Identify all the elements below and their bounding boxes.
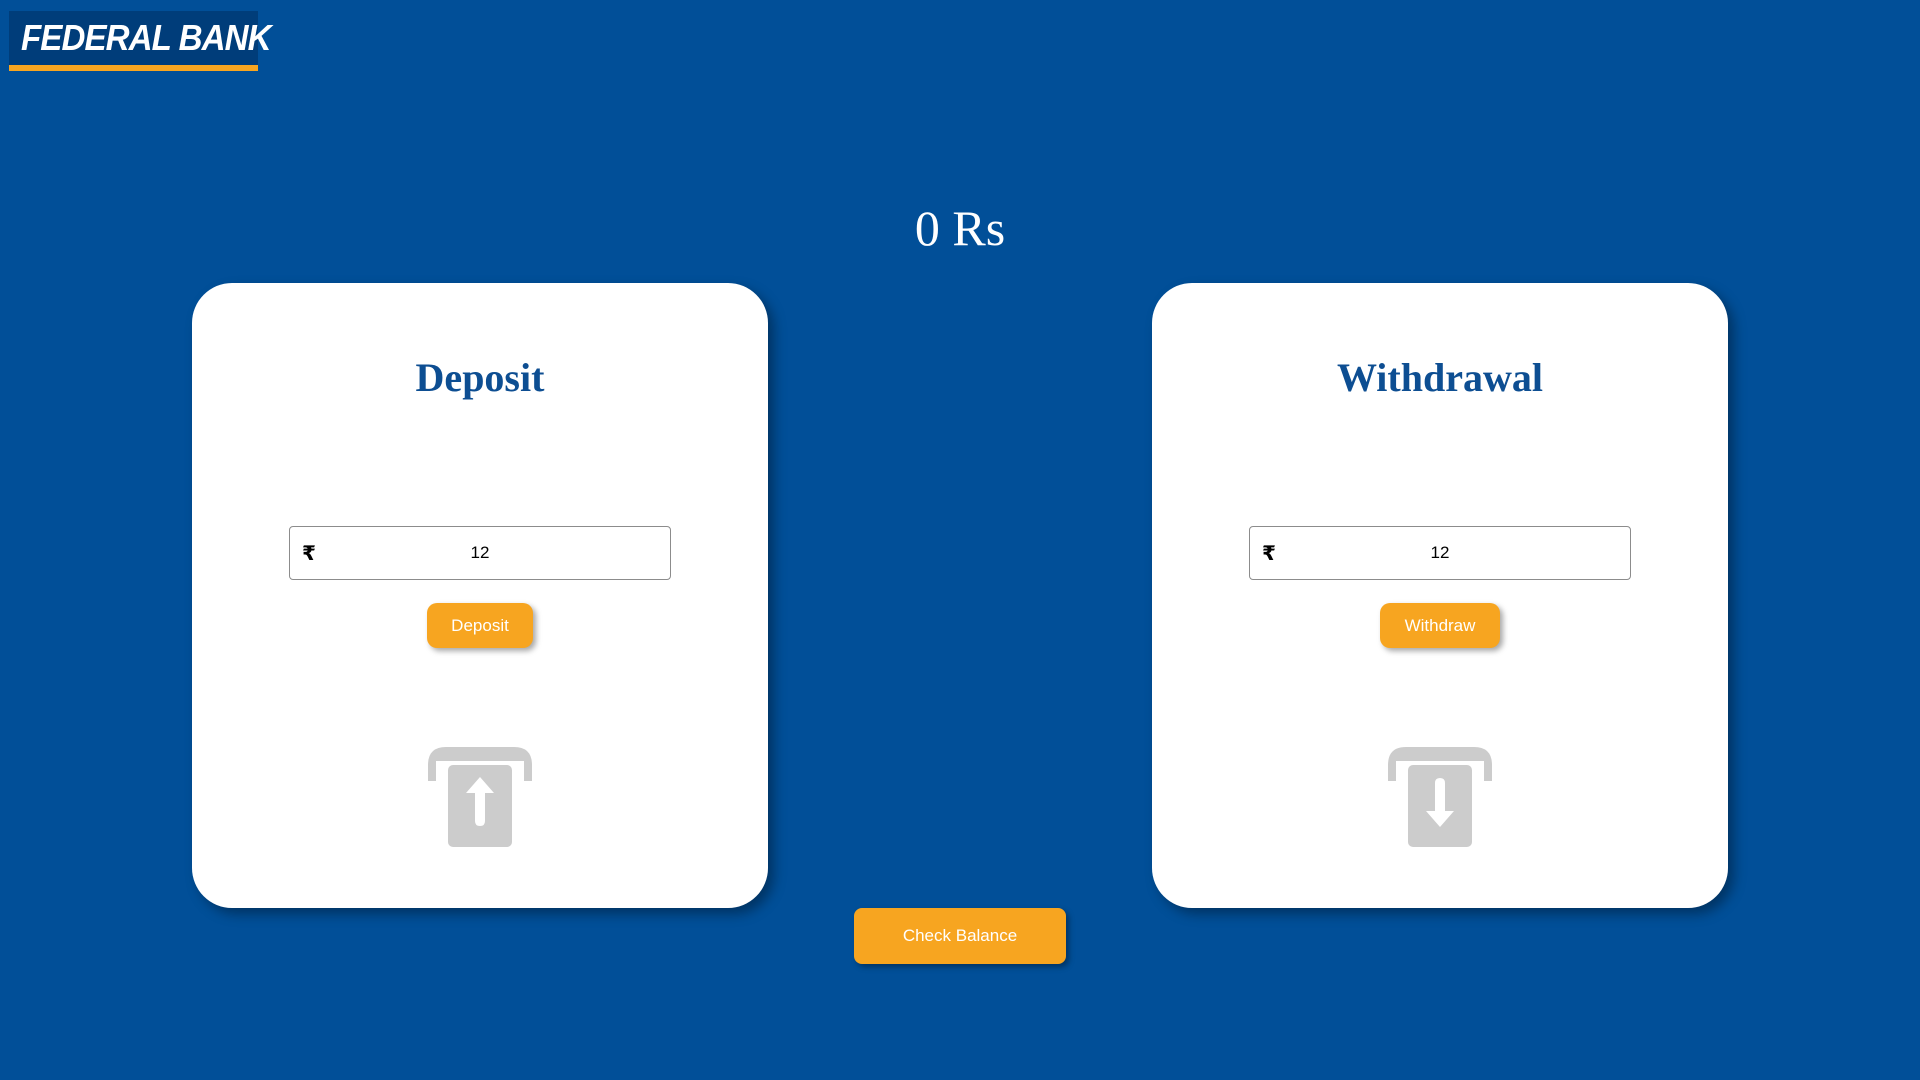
withdrawal-amount-field[interactable]: ₹ xyxy=(1249,526,1631,580)
rupee-icon: ₹ xyxy=(1262,541,1276,565)
rupee-icon: ₹ xyxy=(302,541,316,565)
deposit-button[interactable]: Deposit xyxy=(427,603,533,648)
atm-withdraw-arrow-down-icon xyxy=(1388,747,1492,847)
withdrawal-card: Withdrawal ₹ Withdraw xyxy=(1152,283,1728,908)
logo-text: FEDERAL BANK xyxy=(21,17,272,58)
balance-display: 0 Rs xyxy=(914,200,1006,256)
withdraw-button[interactable]: Withdraw xyxy=(1380,603,1500,648)
withdrawal-title: Withdrawal xyxy=(1337,355,1543,400)
atm-deposit-arrow-up-icon xyxy=(428,747,532,847)
deposit-title: Deposit xyxy=(415,355,545,400)
deposit-amount-input[interactable] xyxy=(330,527,630,579)
federal-bank-logo: FEDERAL BANK xyxy=(9,11,272,71)
deposit-amount-field[interactable]: ₹ xyxy=(289,526,671,580)
deposit-card: Deposit ₹ Deposit xyxy=(192,283,768,908)
check-balance-button[interactable]: Check Balance xyxy=(854,908,1066,964)
logo-accent-bar xyxy=(9,65,258,71)
withdrawal-amount-input[interactable] xyxy=(1290,527,1590,579)
